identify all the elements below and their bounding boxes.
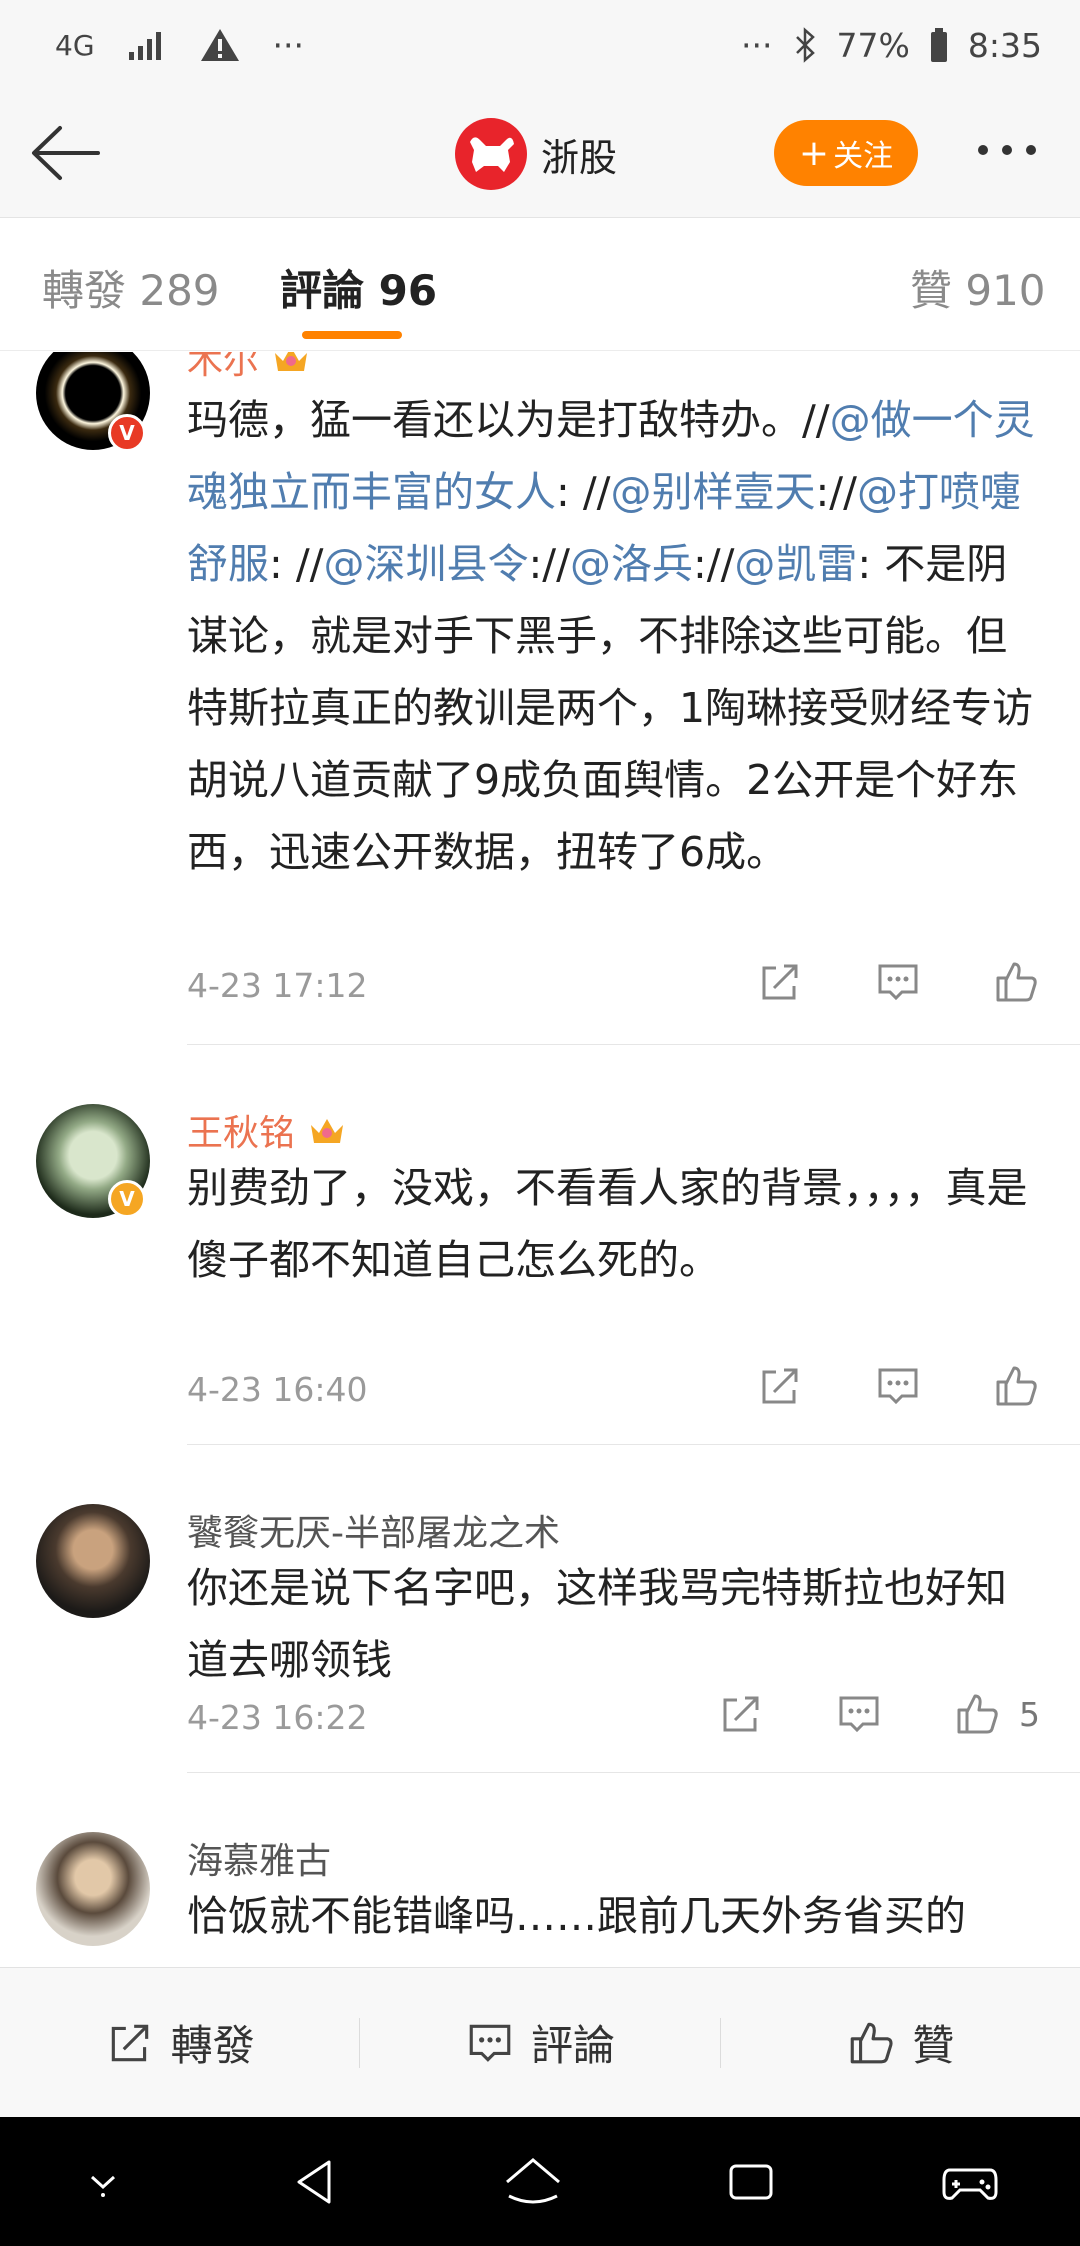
comment-time: 4-23 16:22 (187, 1698, 368, 1737)
crown-badge-icon (311, 1119, 344, 1143)
dot-icon (1002, 145, 1012, 155)
follow-label: 关注 (833, 139, 894, 174)
share-icon[interactable] (756, 958, 804, 1006)
status-bar: 4G ··· ··· 77% 8:35 (0, 0, 1080, 90)
comment-meta: 4-23 16:22 5 (187, 1690, 1080, 1750)
mention-link[interactable]: @别样壹天 (610, 468, 815, 516)
like-icon (851, 2022, 893, 2063)
divider (187, 1044, 1080, 1045)
crown-badge-icon (275, 352, 308, 371)
like-icon[interactable] (992, 1362, 1040, 1410)
repost-button[interactable]: 轉發 (0, 2012, 359, 2073)
comment-meta: 4-23 17:12 (187, 958, 1080, 1018)
comment-text: 玛德，猛一看还以为是打敌特办。//@做一个灵魂独立而丰富的女人: //@别样壹天… (187, 396, 1035, 876)
comment-text: 你还是说下名字吧，这样我骂完特斯拉也好知道去哪领钱 (187, 1564, 1007, 1684)
comment-text: 别费劲了，没戏，不看看人家的背景，，，，真是傻子都不知道自己怎么死的。 (187, 1164, 1028, 1284)
title-bar: 浙股 + 关注 (0, 90, 1080, 218)
arrow-left-icon (32, 126, 100, 180)
system-nav-bar (0, 2117, 1080, 2246)
comment-author-name: 海慕雅古 (187, 1841, 332, 1882)
gamepad-icon[interactable] (938, 2152, 1002, 2212)
active-tab-indicator (302, 331, 402, 339)
comment-author-name: 饕餮无厌-半部屠龙之术 (187, 1513, 560, 1554)
verified-yellow-icon: V (108, 1180, 146, 1218)
share-icon[interactable] (717, 1690, 765, 1738)
plus-icon: + (798, 132, 830, 174)
account-header[interactable]: 浙股 (455, 118, 617, 190)
comment-author[interactable]: 饕餮无厌-半部屠龙之术 (187, 1504, 560, 1556)
more-options-button[interactable] (978, 145, 1036, 155)
mention-link[interactable]: @深圳县令 (323, 540, 528, 588)
like-label: 贊 (912, 2021, 955, 2070)
verified-red-icon: V (108, 414, 146, 452)
back-button[interactable] (28, 118, 104, 188)
chevron-down-icon[interactable] (78, 2157, 128, 2207)
battery-percent: 77% (836, 25, 910, 65)
tab-comments[interactable]: 評論 96 (280, 257, 437, 318)
comment-label: 評論 (530, 2021, 615, 2070)
comment-button[interactable]: 評論 (360, 2012, 719, 2073)
tab-likes[interactable]: 贊 910 (910, 257, 1046, 318)
home-nav-icon[interactable] (501, 2152, 565, 2212)
comment-icon (469, 2024, 511, 2062)
comment-time: 4-23 16:40 (187, 1370, 368, 1409)
bluetooth-icon (795, 27, 815, 63)
share-icon[interactable] (756, 1362, 804, 1410)
comment-time: 4-23 17:12 (187, 966, 368, 1005)
battery-icon (930, 28, 947, 62)
mention-link[interactable]: @洛兵 (570, 540, 693, 588)
back-nav-icon[interactable] (285, 2152, 345, 2212)
bull-logo-icon (455, 118, 527, 190)
avatar[interactable] (36, 1832, 150, 1946)
mention-link[interactable]: @凯雷 (734, 540, 857, 588)
reply-icon[interactable] (835, 1690, 883, 1738)
tab-bar: 轉發 289 評論 96 贊 910 (0, 219, 1080, 351)
clock: 8:35 (967, 25, 1042, 65)
status-overflow-right: ··· (741, 25, 773, 65)
divider (187, 1772, 1080, 1773)
comment-meta: 4-23 16:40 (187, 1362, 1080, 1422)
tab-reposts[interactable]: 轉發 289 (42, 257, 220, 318)
dot-icon (978, 145, 988, 155)
like-button[interactable]: 贊 (721, 2012, 1080, 2073)
comment-author[interactable]: 王秋铭 (187, 1104, 347, 1156)
comment-author-name: 木尔 (187, 352, 260, 382)
signal-icon (128, 32, 161, 60)
status-overflow-left: ··· (272, 25, 304, 65)
bottom-action-bar: 轉發 評論 贊 (0, 1967, 1080, 2117)
network-indicator: 4G (55, 28, 95, 62)
comment-author[interactable]: 海慕雅古 (187, 1832, 331, 1884)
divider (187, 1444, 1080, 1445)
follow-button[interactable]: + 关注 (774, 120, 918, 186)
comment-text: 恰饭就不能错峰吗……跟前几天外务省买的 (187, 1892, 966, 1940)
reply-icon[interactable] (874, 958, 922, 1006)
dot-icon (1026, 145, 1036, 155)
comment-author[interactable]: 木尔 (187, 352, 311, 384)
avatar[interactable] (36, 1504, 150, 1618)
account-name: 浙股 (541, 135, 618, 180)
comment-list[interactable]: V 木尔 玛德，猛一看还以为是打敌特办。//@做一个灵魂独立而丰富的女人: //… (0, 352, 1080, 1967)
share-icon (111, 2024, 148, 2061)
repost-label: 轉發 (170, 2021, 255, 2070)
recents-nav-icon[interactable] (721, 2152, 781, 2212)
comment-author-name: 王秋铭 (187, 1113, 296, 1154)
like-icon[interactable] (992, 958, 1040, 1006)
like-count: 5 (1019, 1694, 1040, 1734)
warning-icon (200, 29, 239, 61)
like-icon[interactable] (953, 1690, 1001, 1738)
reply-icon[interactable] (874, 1362, 922, 1410)
